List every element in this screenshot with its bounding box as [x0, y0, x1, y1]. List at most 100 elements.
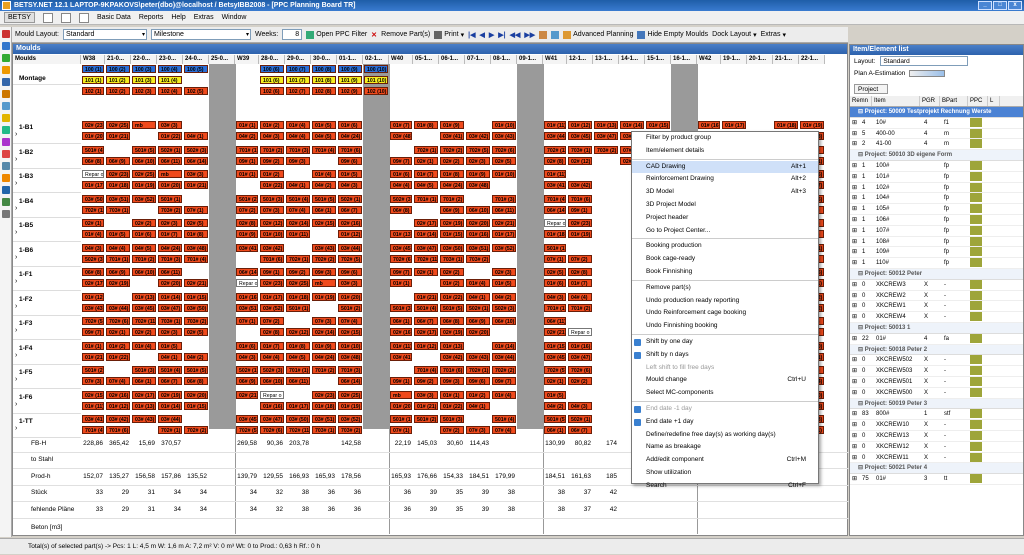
- production-cell[interactable]: 06# (8): [184, 377, 208, 385]
- production-cell[interactable]: 06# (7): [338, 206, 362, 214]
- production-cell[interactable]: 06# (8): [390, 206, 412, 214]
- production-cell[interactable]: 703# (1): [312, 426, 336, 434]
- production-cell[interactable]: 01# (16): [568, 342, 592, 350]
- production-cell[interactable]: 04# (1): [466, 293, 490, 301]
- production-cell[interactable]: 501# (3): [260, 195, 284, 203]
- production-cell[interactable]: 02# (25): [106, 121, 130, 129]
- tool-icon[interactable]: [2, 90, 10, 98]
- production-cell[interactable]: 01# (13): [132, 402, 156, 410]
- production-cell[interactable]: 04# (3): [82, 244, 104, 252]
- betsy-menu-button[interactable]: BETSY: [4, 12, 35, 23]
- production-cell[interactable]: 702# (11): [82, 206, 104, 214]
- production-cell[interactable]: 02# (2): [132, 219, 156, 227]
- production-cell[interactable]: 02# (17): [414, 328, 438, 336]
- production-cell[interactable]: 501# (3): [440, 415, 464, 423]
- production-cell[interactable]: 01# (1): [236, 170, 258, 178]
- advanced-planning-button[interactable]: Advanced Planning: [563, 30, 633, 39]
- item-row[interactable]: ⊞ 0 XKCREW12 X -: [850, 441, 1023, 453]
- item-row[interactable]: ⊞ 4 10# 4 f1: [850, 117, 1023, 129]
- production-cell[interactable]: 02# (21): [492, 219, 516, 227]
- production-cell[interactable]: 04# (3): [236, 353, 258, 361]
- row-expander[interactable]: ›: [15, 376, 17, 383]
- context-menu-item[interactable]: End date +1 day: [632, 416, 818, 429]
- production-cell[interactable]: 01# (21): [82, 353, 104, 361]
- production-cell[interactable]: 06# (11): [286, 377, 310, 385]
- production-cell[interactable]: 703# (2): [158, 206, 182, 214]
- menu-basic-data[interactable]: Basic Data: [97, 14, 131, 21]
- row-expander[interactable]: ›: [15, 303, 17, 310]
- production-cell[interactable]: 07# (3): [466, 426, 490, 434]
- production-cell[interactable]: 01# (18): [774, 121, 798, 129]
- menu-reports[interactable]: Reports: [139, 14, 164, 21]
- production-cell[interactable]: 02# (16): [106, 391, 130, 399]
- production-cell[interactable]: 03# (50): [286, 415, 310, 423]
- production-cell[interactable]: 01# (6): [544, 279, 566, 287]
- production-cell[interactable]: 04# (2): [544, 402, 566, 410]
- item-row[interactable]: ⊞ 0 XKCREW500 X -: [850, 387, 1023, 399]
- production-cell[interactable]: 01# (4): [82, 230, 104, 238]
- production-cell[interactable]: 01# (12): [568, 121, 592, 129]
- production-cell[interactable]: 06# (8): [440, 317, 464, 325]
- production-cell[interactable]: 04# (24): [312, 353, 336, 361]
- production-cell[interactable]: 01# (4): [132, 342, 156, 350]
- nav-first-icon[interactable]: |◀: [468, 31, 475, 39]
- production-cell[interactable]: 06# (10): [260, 377, 284, 385]
- production-cell[interactable]: 04# (4): [106, 244, 130, 252]
- production-cell[interactable]: 03# (47): [158, 304, 182, 312]
- production-cell[interactable]: 02# (5): [184, 219, 208, 227]
- tool-icon[interactable]: [2, 126, 10, 134]
- production-cell[interactable]: 02# (3): [492, 268, 516, 276]
- expand-icon[interactable]: ⊞: [850, 291, 860, 301]
- row-expander[interactable]: ›: [15, 327, 17, 334]
- production-cell[interactable]: 02# (21): [184, 279, 208, 287]
- production-cell[interactable]: 501# (4): [286, 195, 310, 203]
- item-row[interactable]: ⊞ 0 XKCREW502 X -: [850, 355, 1023, 367]
- production-cell[interactable]: 04# (5): [286, 353, 310, 361]
- production-cell[interactable]: 702# (6): [390, 255, 412, 263]
- production-cell[interactable]: 501# (3): [132, 366, 156, 374]
- production-cell[interactable]: 02# (23): [82, 121, 104, 129]
- context-menu-item[interactable]: Name as breakage: [632, 441, 818, 454]
- row-expander[interactable]: ›: [15, 229, 17, 236]
- production-cell[interactable]: 01# (6): [338, 121, 362, 129]
- context-menu-item[interactable]: Remove part(s): [632, 282, 818, 295]
- production-cell[interactable]: 03# (45): [390, 244, 412, 252]
- production-cell[interactable]: 01# (19): [800, 121, 824, 129]
- production-cell[interactable]: 07# (2): [440, 426, 464, 434]
- production-cell[interactable]: 702# (1): [158, 426, 182, 434]
- montage-cell[interactable]: 102 (8): [312, 87, 336, 95]
- production-cell[interactable]: 501# (4): [414, 304, 438, 312]
- production-cell[interactable]: 702# (2): [312, 255, 336, 263]
- production-cell[interactable]: 04# (4): [286, 132, 310, 140]
- grid-icon[interactable]: [539, 30, 548, 39]
- production-cell[interactable]: mb: [390, 391, 412, 399]
- item-row[interactable]: ⊞ 2 41-00 4 m: [850, 139, 1023, 151]
- production-cell[interactable]: 03# (3): [184, 170, 208, 178]
- production-cell[interactable]: 701# (1): [106, 255, 130, 263]
- production-cell[interactable]: 07# (1): [184, 206, 208, 214]
- montage-cell[interactable]: 102 (2): [106, 87, 130, 95]
- production-cell[interactable]: 03# (47): [568, 353, 592, 361]
- production-cell[interactable]: 01# (22): [440, 293, 464, 301]
- project-tab[interactable]: Project: [854, 84, 888, 94]
- production-cell[interactable]: 03# (45): [132, 304, 156, 312]
- montage-cell[interactable]: 100 (10): [364, 65, 388, 73]
- production-cell[interactable]: 01# (15): [544, 342, 566, 350]
- production-cell[interactable]: 702# (11): [286, 426, 310, 434]
- production-cell[interactable]: 04# (4): [568, 293, 592, 301]
- montage-cell[interactable]: 102 (1): [82, 87, 104, 95]
- nav-last-icon[interactable]: ▶|: [498, 31, 505, 39]
- production-cell[interactable]: 09# (1): [260, 268, 284, 276]
- toolbar-icon[interactable]: [78, 12, 89, 23]
- production-cell[interactable]: 07# (4): [492, 426, 516, 434]
- production-cell[interactable]: 06# (11): [158, 268, 182, 276]
- production-cell[interactable]: 02# (17): [414, 219, 438, 227]
- montage-cell[interactable]: 100 (2): [106, 65, 130, 73]
- expand-icon[interactable]: ⊞: [850, 420, 860, 430]
- production-cell[interactable]: 03# (50): [440, 244, 464, 252]
- production-cell[interactable]: 501# (1): [544, 244, 566, 252]
- expand-icon[interactable]: ⊞: [850, 237, 860, 247]
- production-cell[interactable]: 501# (5): [184, 366, 208, 374]
- production-cell[interactable]: 01# (13): [594, 121, 618, 129]
- production-cell[interactable]: 09# (1): [390, 377, 412, 385]
